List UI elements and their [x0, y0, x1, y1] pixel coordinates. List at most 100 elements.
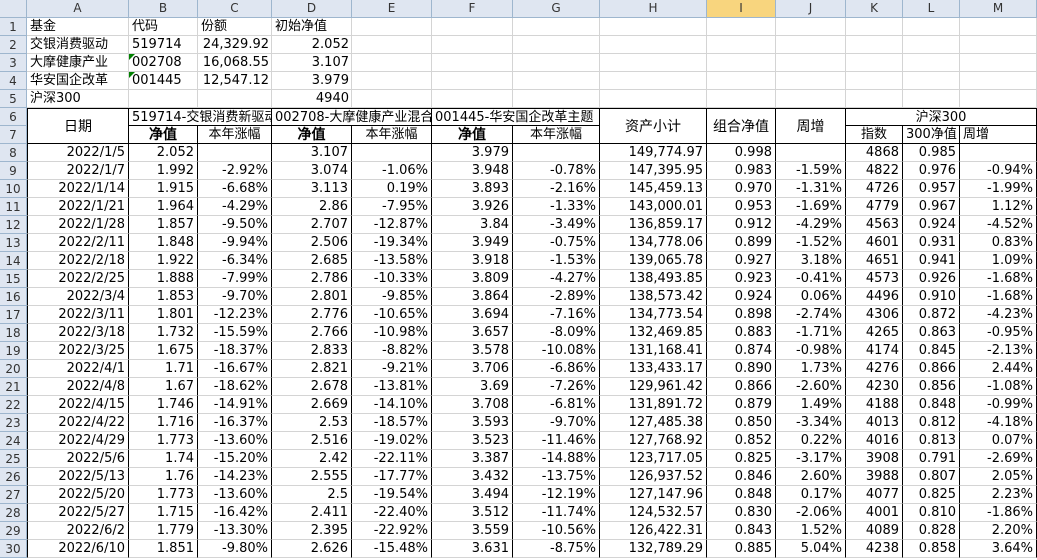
cell[interactable]	[432, 18, 513, 36]
cell-h9[interactable]: 147,395.95	[600, 162, 707, 180]
cell-h22[interactable]: 131,891.72	[600, 396, 707, 414]
cell-b22[interactable]: 1.746	[129, 396, 198, 414]
cell-d8[interactable]: 3.107	[272, 144, 352, 162]
cell-l24[interactable]: 0.813	[903, 432, 960, 450]
cell-k26[interactable]: 3988	[846, 468, 903, 486]
cell-g23[interactable]: -9.70%	[513, 414, 600, 432]
row-header-5[interactable]: 5	[0, 90, 27, 108]
cell-a21[interactable]: 2022/4/8	[27, 378, 129, 396]
cell-b30[interactable]: 1.851	[129, 540, 198, 558]
cell-g20[interactable]: -6.86%	[513, 360, 600, 378]
cell[interactable]	[707, 36, 776, 54]
cell-j8[interactable]	[776, 144, 846, 162]
cell[interactable]	[776, 36, 846, 54]
cell-b19[interactable]: 1.675	[129, 342, 198, 360]
cell[interactable]	[776, 72, 846, 90]
cell-g17[interactable]: -7.16%	[513, 306, 600, 324]
cell-e19[interactable]: -8.82%	[352, 342, 432, 360]
cell-m13[interactable]: 0.83%	[960, 234, 1037, 252]
cell-b15[interactable]: 1.888	[129, 270, 198, 288]
cell-j29[interactable]: 1.52%	[776, 522, 846, 540]
select-all-corner[interactable]	[0, 0, 27, 18]
cell-k10[interactable]: 4726	[846, 180, 903, 198]
cell-g28[interactable]: -11.74%	[513, 504, 600, 522]
cell-c26[interactable]: -14.23%	[198, 468, 272, 486]
cell-a30[interactable]: 2022/6/10	[27, 540, 129, 558]
cell-k18[interactable]: 4265	[846, 324, 903, 342]
row-header-14[interactable]: 14	[0, 252, 27, 270]
cell-k24[interactable]: 4016	[846, 432, 903, 450]
cell[interactable]	[600, 36, 707, 54]
cell-g9[interactable]: -0.78%	[513, 162, 600, 180]
cell-f23[interactable]: 3.593	[432, 414, 513, 432]
cell-i19[interactable]: 0.874	[707, 342, 776, 360]
row-header-24[interactable]: 24	[0, 432, 27, 450]
cell-h21[interactable]: 129,961.42	[600, 378, 707, 396]
cell[interactable]	[960, 90, 1037, 108]
cell-g13[interactable]: -0.75%	[513, 234, 600, 252]
cell-k28[interactable]: 4001	[846, 504, 903, 522]
cell-b26[interactable]: 1.76	[129, 468, 198, 486]
cell-k8[interactable]: 4868	[846, 144, 903, 162]
cell[interactable]	[776, 90, 846, 108]
row-header-3[interactable]: 3	[0, 54, 27, 72]
cell-h14[interactable]: 139,065.78	[600, 252, 707, 270]
cell-d14[interactable]: 2.685	[272, 252, 352, 270]
cell[interactable]	[960, 36, 1037, 54]
cell-g22[interactable]: -6.81%	[513, 396, 600, 414]
cell-g16[interactable]: -2.89%	[513, 288, 600, 306]
cell-h18[interactable]: 132,469.85	[600, 324, 707, 342]
cell-i23[interactable]: 0.850	[707, 414, 776, 432]
cell-d20[interactable]: 2.821	[272, 360, 352, 378]
cell-h19[interactable]: 131,168.41	[600, 342, 707, 360]
cell-d27[interactable]: 2.5	[272, 486, 352, 504]
cell-h20[interactable]: 133,433.17	[600, 360, 707, 378]
cell-i9[interactable]: 0.983	[707, 162, 776, 180]
cell-g27[interactable]: -12.19%	[513, 486, 600, 504]
cell[interactable]	[352, 90, 432, 108]
cell-j17[interactable]: -2.74%	[776, 306, 846, 324]
cell-k19[interactable]: 4174	[846, 342, 903, 360]
cell-a26[interactable]: 2022/5/13	[27, 468, 129, 486]
cell-j16[interactable]: 0.06%	[776, 288, 846, 306]
cell-a24[interactable]: 2022/4/29	[27, 432, 129, 450]
cell-m22[interactable]: -0.99%	[960, 396, 1037, 414]
cell-c21[interactable]: -18.62%	[198, 378, 272, 396]
cell-k11[interactable]: 4779	[846, 198, 903, 216]
cell-a25[interactable]: 2022/5/6	[27, 450, 129, 468]
column-header-f[interactable]: F	[432, 0, 513, 18]
cell-e11[interactable]: -7.95%	[352, 198, 432, 216]
cell-m11[interactable]: 1.12%	[960, 198, 1037, 216]
cell-a19[interactable]: 2022/3/25	[27, 342, 129, 360]
cell[interactable]	[352, 54, 432, 72]
cell-c24[interactable]: -13.60%	[198, 432, 272, 450]
cell-a15[interactable]: 2022/2/25	[27, 270, 129, 288]
cell-e14[interactable]: -13.58%	[352, 252, 432, 270]
cell-l25[interactable]: 0.791	[903, 450, 960, 468]
cell-c30[interactable]: -9.80%	[198, 540, 272, 558]
cell-c28[interactable]: -16.42%	[198, 504, 272, 522]
cell-f30[interactable]: 3.631	[432, 540, 513, 558]
hs300-nav-header[interactable]: 300净值	[903, 126, 960, 144]
portfolio-nav-header[interactable]: 组合净值	[707, 108, 776, 144]
cell-b14[interactable]: 1.922	[129, 252, 198, 270]
cell-m12[interactable]: -4.52%	[960, 216, 1037, 234]
cell-e18[interactable]: -10.98%	[352, 324, 432, 342]
cell-i27[interactable]: 0.848	[707, 486, 776, 504]
cell-j23[interactable]: -3.34%	[776, 414, 846, 432]
fund1-nav-header[interactable]: 净值	[129, 126, 198, 144]
row-header-21[interactable]: 21	[0, 378, 27, 396]
cell-l17[interactable]: 0.872	[903, 306, 960, 324]
cell-l22[interactable]: 0.848	[903, 396, 960, 414]
cell-b28[interactable]: 1.715	[129, 504, 198, 522]
cell-i16[interactable]: 0.924	[707, 288, 776, 306]
cell-j21[interactable]: -2.60%	[776, 378, 846, 396]
cell[interactable]	[600, 54, 707, 72]
cell-k15[interactable]: 4573	[846, 270, 903, 288]
fund2-nav-header[interactable]: 净值	[272, 126, 352, 144]
cell-a12[interactable]: 2022/1/28	[27, 216, 129, 234]
fund2-ytd-header[interactable]: 本年涨幅	[352, 126, 432, 144]
row-header-26[interactable]: 26	[0, 468, 27, 486]
cell-b10[interactable]: 1.915	[129, 180, 198, 198]
cell-h27[interactable]: 127,147.96	[600, 486, 707, 504]
